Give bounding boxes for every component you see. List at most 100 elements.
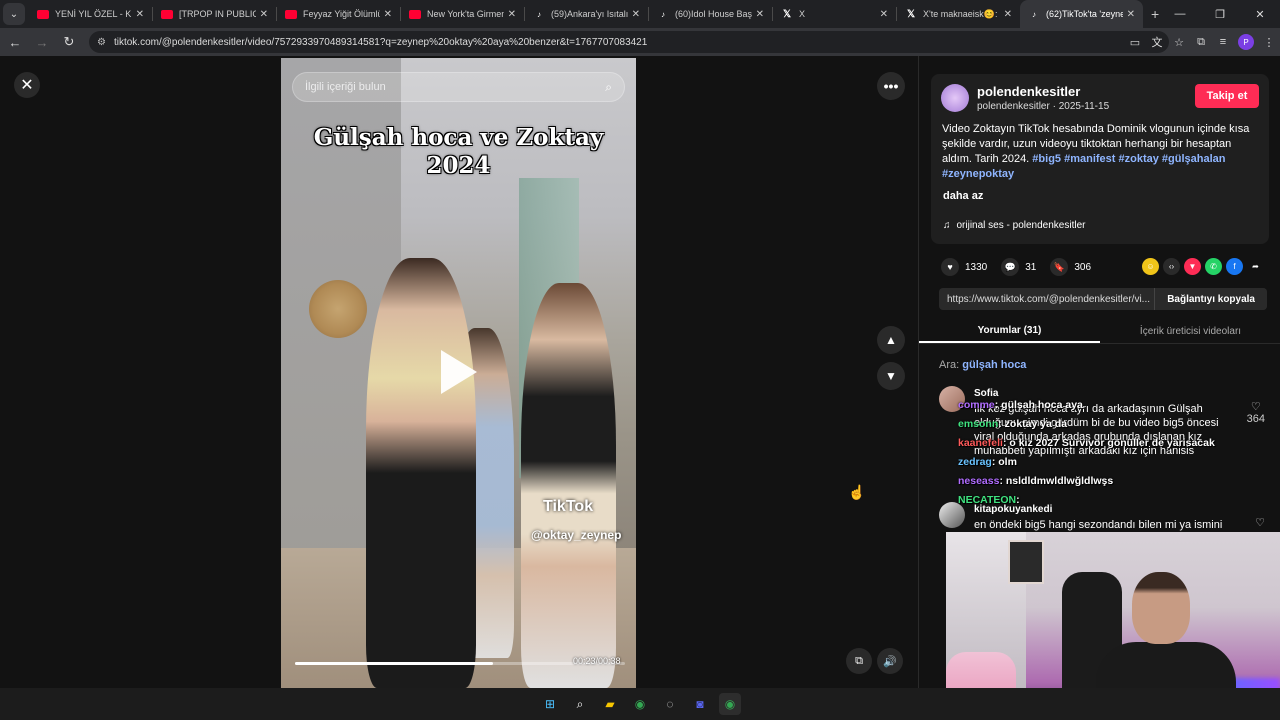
heart-outline-icon: ♡ xyxy=(1250,401,1261,413)
translate-icon[interactable]: 文 xyxy=(1146,31,1168,53)
site-info-icon[interactable]: ⚙ xyxy=(97,37,106,48)
browser-tab[interactable]: 𝕏 X'te maknaeisk😊: "c ✕ xyxy=(897,0,1020,28)
tiktok-watermark: TikTok xyxy=(543,498,594,515)
chat-user: emsonn xyxy=(958,418,999,430)
related-search-input[interactable]: İlgili içeriği bulun ⌕ xyxy=(292,72,625,102)
repost-icon[interactable]: ☺ xyxy=(1142,258,1159,275)
send-icon[interactable]: ▼ xyxy=(1184,258,1201,275)
comment-like-button[interactable]: ♡ 364 xyxy=(1247,400,1265,425)
maximize-icon[interactable]: ❐ xyxy=(1200,0,1240,28)
close-icon[interactable]: ✕ xyxy=(384,9,392,20)
browser-tab-active[interactable]: ♪ (62)TikTok'ta 'zeynep ✕ xyxy=(1020,0,1143,28)
show-less-link[interactable]: daha az xyxy=(943,190,983,202)
close-icon[interactable]: ✕ xyxy=(508,9,516,20)
tab-comments[interactable]: Yorumlar (31) xyxy=(919,320,1100,343)
minimize-icon[interactable]: — xyxy=(1160,0,1200,28)
whatsapp-icon[interactable]: ✆ xyxy=(1205,258,1222,275)
close-icon[interactable]: ✕ xyxy=(136,9,144,20)
youtube-icon xyxy=(37,9,49,19)
cast-icon[interactable]: ▭ xyxy=(1124,31,1146,53)
chrome-active-icon[interactable]: ◉ xyxy=(719,693,741,715)
share-link-text[interactable]: https://www.tiktok.com/@polendenkesitler… xyxy=(939,294,1154,305)
chat-message: : xyxy=(1016,494,1020,506)
bookmark-star-icon[interactable]: ☆ xyxy=(1168,31,1190,53)
tab-title: Feyyaz Yiğit Ölümlü D xyxy=(303,9,380,19)
chat-message: : zoktay ya da xyxy=(998,418,1068,430)
follow-button[interactable]: Takip et xyxy=(1195,84,1259,108)
volume-button[interactable]: 🔊 xyxy=(877,648,903,674)
tiktok-icon: ♪ xyxy=(537,9,541,19)
share-arrow-icon[interactable]: ➦ xyxy=(1247,258,1264,275)
window-close-icon[interactable]: ✕ xyxy=(1240,0,1280,28)
close-video-button[interactable]: ✕ xyxy=(14,72,40,98)
like-count: 1330 xyxy=(965,261,988,273)
search-suggestion[interactable]: Ara: gülşah hoca xyxy=(939,359,1026,371)
back-icon[interactable]: ← xyxy=(3,30,27,54)
like-button[interactable]: ♥ 1330 xyxy=(941,258,987,276)
browser-tab[interactable]: 𝕏 X ✕ xyxy=(773,0,896,28)
chat-user: kaanefeli xyxy=(958,437,1003,449)
new-tab-button[interactable]: + xyxy=(1151,6,1159,22)
video-person xyxy=(366,258,476,688)
hand-cursor-icon: ☝ xyxy=(848,484,866,500)
url-text: tiktok.com/@polendenkesitler/video/75729… xyxy=(113,36,648,48)
tab-title: X'te maknaeisk😊: "c xyxy=(923,8,1000,19)
youtube-icon xyxy=(161,9,173,19)
browser-menu-icon[interactable]: ⋮ xyxy=(1258,31,1280,53)
close-icon[interactable]: ✕ xyxy=(632,9,640,20)
app-icon[interactable]: ◌ xyxy=(659,693,681,715)
file-explorer-icon[interactable]: ▰ xyxy=(599,693,621,715)
more-options-button[interactable]: ••• xyxy=(877,72,905,100)
previous-video-button[interactable]: ▲ xyxy=(877,326,905,354)
miniplayer-button[interactable]: ⧉ xyxy=(846,648,872,674)
url-field[interactable]: ⚙ tiktok.com/@polendenkesitler/video/757… xyxy=(89,31,1169,53)
close-icon[interactable]: ✕ xyxy=(880,9,888,20)
comment-button[interactable]: 💬 31 xyxy=(1001,258,1036,276)
next-video-button[interactable]: ▼ xyxy=(877,362,905,390)
browser-tab-strip: ⌄ YENİ YIL ÖZEL - KICK ✕ [TRPOP IN PUBLIC… xyxy=(0,0,1280,28)
browser-tab[interactable]: Feyyaz Yiğit Ölümlü D ✕ xyxy=(277,0,400,28)
reload-icon[interactable]: ↻ xyxy=(57,30,81,54)
tab-title: (62)TikTok'ta 'zeynep xyxy=(1046,9,1123,19)
forward-icon[interactable]: → xyxy=(30,30,54,54)
author-avatar[interactable] xyxy=(941,84,969,112)
comment-icon: 💬 xyxy=(1001,258,1020,276)
x-icon: 𝕏 xyxy=(782,8,792,20)
comment-like-button[interactable]: ♡ xyxy=(1255,516,1265,529)
browser-tab[interactable]: ♪ (59)Ankara'yı Isıtalım ✕ xyxy=(525,0,648,28)
browser-tab[interactable]: ♪ (60)Idol House Başvu ✕ xyxy=(649,0,772,28)
embed-icon[interactable]: ‹› xyxy=(1163,258,1180,275)
comment-tabs: Yorumlar (31) İçerik üreticisi videoları xyxy=(919,320,1280,344)
tab-title: [TRPOP IN PUBLIC TU xyxy=(179,9,256,19)
chat-message: : gülşah hoca aya xyxy=(994,399,1083,411)
save-button[interactable]: 🔖 306 xyxy=(1050,258,1091,276)
close-icon[interactable]: ✕ xyxy=(260,9,268,20)
search-icon[interactable]: ⌕ xyxy=(569,693,591,715)
close-icon[interactable]: ✕ xyxy=(1127,9,1135,20)
close-icon[interactable]: ✕ xyxy=(756,9,764,20)
reading-list-icon[interactable]: ≡ xyxy=(1212,31,1234,53)
author-name[interactable]: polendenkesitler xyxy=(977,84,1080,99)
browser-tab[interactable]: New York'ta Girmeme ✕ xyxy=(401,0,524,28)
tab-creator-videos[interactable]: İçerik üreticisi videoları xyxy=(1100,320,1280,343)
music-row[interactable]: ♫ orijinal ses - polendenkesitler xyxy=(943,220,1085,231)
close-icon[interactable]: ✕ xyxy=(1004,9,1012,20)
profile-avatar[interactable]: P xyxy=(1238,34,1254,50)
windows-start-icon[interactable]: ⊞ xyxy=(539,693,561,715)
window-controls: — ❐ ✕ xyxy=(1160,0,1280,28)
discord-icon[interactable]: ◙ xyxy=(689,693,711,715)
search-icon[interactable]: ⌕ xyxy=(605,80,612,95)
browser-tab[interactable]: YENİ YIL ÖZEL - KICK ✕ xyxy=(29,0,152,28)
taskbar: ⊞ ⌕ ▰ ◉ ◌ ◙ ◉ xyxy=(0,688,1280,720)
play-icon[interactable] xyxy=(441,350,477,394)
tab-search-button[interactable]: ⌄ xyxy=(3,3,25,25)
video-player[interactable]: İlgili içeriği bulun ⌕ Gülşah hoca ve Zo… xyxy=(281,58,636,688)
save-count: 306 xyxy=(1074,261,1092,273)
comment-count: 31 xyxy=(1025,261,1037,273)
share-buttons: ☺ ‹› ▼ ✆ f ➦ xyxy=(1138,258,1264,275)
chrome-icon[interactable]: ◉ xyxy=(629,693,651,715)
copy-link-button[interactable]: Bağlantıyı kopyala xyxy=(1154,288,1267,310)
facebook-icon[interactable]: f xyxy=(1226,258,1243,275)
browser-tab[interactable]: [TRPOP IN PUBLIC TU ✕ xyxy=(153,0,276,28)
extensions-icon[interactable]: ⧉ xyxy=(1190,31,1212,53)
